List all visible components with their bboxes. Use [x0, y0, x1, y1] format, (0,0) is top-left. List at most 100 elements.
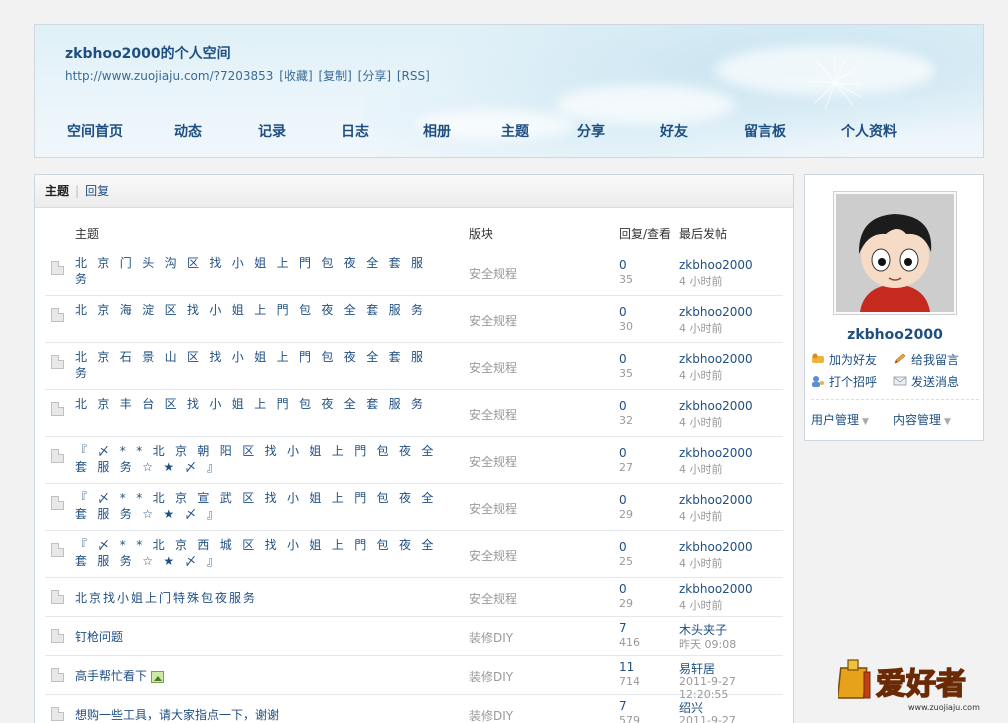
- space-url[interactable]: http://www.zuojiaju.com/?7203853: [65, 69, 273, 83]
- view-count: 35: [619, 273, 633, 286]
- topic-link[interactable]: 钉枪问题: [75, 629, 455, 645]
- chevron-down-icon: ▼: [944, 417, 951, 427]
- thread-icon: [51, 355, 67, 369]
- table-row: 『〆**北京西城区找小姐上門包夜全套服务☆★〆』 安全规程 0 25 zkbho…: [45, 531, 783, 578]
- topic-link[interactable]: 北京丰台区找小姐上門包夜全套服务: [75, 396, 455, 412]
- leave-message-button[interactable]: 给我留言: [893, 351, 959, 368]
- view-count: 32: [619, 414, 633, 427]
- table-row: 高手帮忙看下 装修DIY 11 714 易轩居 2011-9-27 12:20:…: [45, 656, 783, 701]
- table-row: 北京门头沟区找小姐上門包夜全套服务 安全规程 0 35 zkbhoo2000 4…: [45, 249, 783, 296]
- site-watermark-logo: 爱好者 www.zuojiaju.com: [838, 659, 980, 712]
- space-title[interactable]: zkbhoo2000的个人空间: [65, 43, 231, 63]
- forum-link[interactable]: 装修DIY: [469, 668, 513, 685]
- forum-link[interactable]: 安全规程: [469, 547, 517, 564]
- nav-feed[interactable]: 动态: [174, 121, 202, 141]
- table-header: 主题 版块 回复/查看 最后发帖: [35, 225, 795, 243]
- forum-link[interactable]: 安全规程: [469, 453, 517, 470]
- forum-link[interactable]: 安全规程: [469, 500, 517, 517]
- forum-link[interactable]: 安全规程: [469, 265, 517, 282]
- last-poster-link[interactable]: zkbhoo2000: [679, 582, 753, 596]
- topic-link[interactable]: 北京海淀区找小姐上門包夜全套服务: [75, 302, 455, 318]
- view-count: 714: [619, 675, 640, 688]
- last-poster-link[interactable]: zkbhoo2000: [679, 540, 753, 554]
- pencil-icon: [894, 353, 906, 364]
- topic-link[interactable]: 北京找小姐上门特殊包夜服务: [75, 590, 455, 606]
- topic-link-text[interactable]: 高手帮忙看下: [75, 669, 147, 683]
- content-management-menu[interactable]: 内容管理 ▼: [893, 411, 951, 428]
- forum-link[interactable]: 安全规程: [469, 312, 517, 329]
- rss-link[interactable]: [RSS]: [397, 69, 430, 83]
- user-management-menu[interactable]: 用户管理 ▼: [811, 411, 869, 428]
- last-poster-link[interactable]: zkbhoo2000: [679, 352, 753, 366]
- topic-link[interactable]: 高手帮忙看下: [75, 668, 455, 684]
- view-count: 29: [619, 508, 633, 521]
- nav-profile[interactable]: 个人资料: [841, 121, 897, 141]
- watermark-brand: 爱好者: [876, 667, 966, 702]
- nav-album[interactable]: 相册: [423, 121, 451, 141]
- view-count: 35: [619, 367, 633, 380]
- nav-share[interactable]: 分享: [577, 121, 605, 141]
- last-post-time: 昨天 09:08: [679, 638, 737, 651]
- view-count: 30: [619, 320, 633, 333]
- column-last-post: 最后发帖: [679, 227, 728, 241]
- thread-icon: [51, 496, 67, 510]
- thread-icon: [51, 402, 67, 416]
- nav-friends[interactable]: 好友: [660, 121, 688, 141]
- reply-count: 7: [619, 621, 627, 635]
- last-poster-link[interactable]: zkbhoo2000: [679, 258, 753, 272]
- thread-icon: [51, 449, 67, 463]
- forum-link[interactable]: 装修DIY: [469, 629, 513, 646]
- last-post-time: 4 小时前: [679, 557, 723, 570]
- topic-tabs: 主题 | 回复: [35, 175, 793, 208]
- avatar[interactable]: [833, 191, 957, 315]
- nav-home[interactable]: 空间首页: [67, 121, 123, 141]
- reply-count: 0: [619, 305, 627, 319]
- topic-link[interactable]: 『〆**北京西城区找小姐上門包夜全套服务☆★〆』: [75, 537, 455, 569]
- forum-link[interactable]: 安全规程: [469, 406, 517, 423]
- nav-guestbook[interactable]: 留言板: [744, 121, 786, 141]
- reply-count: 0: [619, 352, 627, 366]
- nav-blog[interactable]: 日志: [341, 121, 369, 141]
- tab-replies[interactable]: 回复: [85, 184, 109, 198]
- profile-username[interactable]: zkbhoo2000: [805, 327, 985, 343]
- table-row: 『〆**北京宣武区找小姐上門包夜全套服务☆★〆』 安全规程 0 29 zkbho…: [45, 484, 783, 531]
- topic-link[interactable]: 北京门头沟区找小姐上門包夜全套服务: [75, 255, 455, 287]
- greet-icon: [812, 376, 824, 387]
- space-nav: 空间首页 动态 记录 日志 相册 主题 分享 好友 留言板 个人资料: [35, 121, 983, 141]
- reply-count: 0: [619, 540, 627, 554]
- table-row: 钉枪问题 装修DIY 7 416 木头夹子 昨天 09:08: [45, 617, 783, 656]
- reply-count: 11: [619, 660, 635, 674]
- reply-count: 0: [619, 258, 627, 272]
- forum-link[interactable]: 安全规程: [469, 590, 517, 607]
- view-count: 579: [619, 714, 640, 723]
- copy-link[interactable]: [复制]: [318, 69, 351, 83]
- reply-count: 0: [619, 493, 627, 507]
- thread-icon: [51, 668, 67, 682]
- forum-link[interactable]: 安全规程: [469, 359, 517, 376]
- topic-link[interactable]: 『〆**北京朝阳区找小姐上門包夜全套服务☆★〆』: [75, 443, 455, 475]
- topic-link[interactable]: 北京石景山区找小姐上門包夜全套服务: [75, 349, 455, 381]
- forum-link[interactable]: 装修DIY: [469, 707, 513, 723]
- last-poster-link[interactable]: zkbhoo2000: [679, 446, 753, 460]
- topic-link[interactable]: 『〆**北京宣武区找小姐上門包夜全套服务☆★〆』: [75, 490, 455, 522]
- bookmark-link[interactable]: [收藏]: [279, 69, 312, 83]
- topic-list-panel: 主题 | 回复 主题 版块 回复/查看 最后发帖 北京门头沟区找小姐上門包夜全套服务…: [34, 174, 794, 723]
- table-row: 想购一些工具，请大家指点一下，谢谢 装修DIY 7 579 绍兴 2011-9-…: [45, 695, 783, 723]
- send-message-button[interactable]: 发送消息: [893, 373, 959, 390]
- reply-count: 0: [619, 399, 627, 413]
- last-poster-link[interactable]: zkbhoo2000: [679, 305, 753, 319]
- add-friend-button[interactable]: 加为好友: [811, 351, 877, 368]
- nav-records[interactable]: 记录: [258, 121, 286, 141]
- last-poster-link[interactable]: zkbhoo2000: [679, 493, 753, 507]
- space-url-bar: http://www.zuojiaju.com/?7203853 [收藏] [复…: [65, 67, 432, 84]
- table-row: 北京丰台区找小姐上門包夜全套服务 安全规程 0 32 zkbhoo2000 4 …: [45, 390, 783, 437]
- nav-topics[interactable]: 主题: [501, 121, 529, 141]
- add-friend-icon: [812, 353, 824, 363]
- watermark-url: www.zuojiaju.com: [908, 703, 980, 712]
- last-post-time: 4 小时前: [679, 416, 723, 429]
- topic-link[interactable]: 想购一些工具，请大家指点一下，谢谢: [75, 707, 455, 723]
- last-poster-link[interactable]: zkbhoo2000: [679, 399, 753, 413]
- say-hello-button[interactable]: 打个招呼: [811, 373, 877, 390]
- share-link[interactable]: [分享]: [358, 69, 391, 83]
- tab-topics[interactable]: 主题: [45, 184, 69, 198]
